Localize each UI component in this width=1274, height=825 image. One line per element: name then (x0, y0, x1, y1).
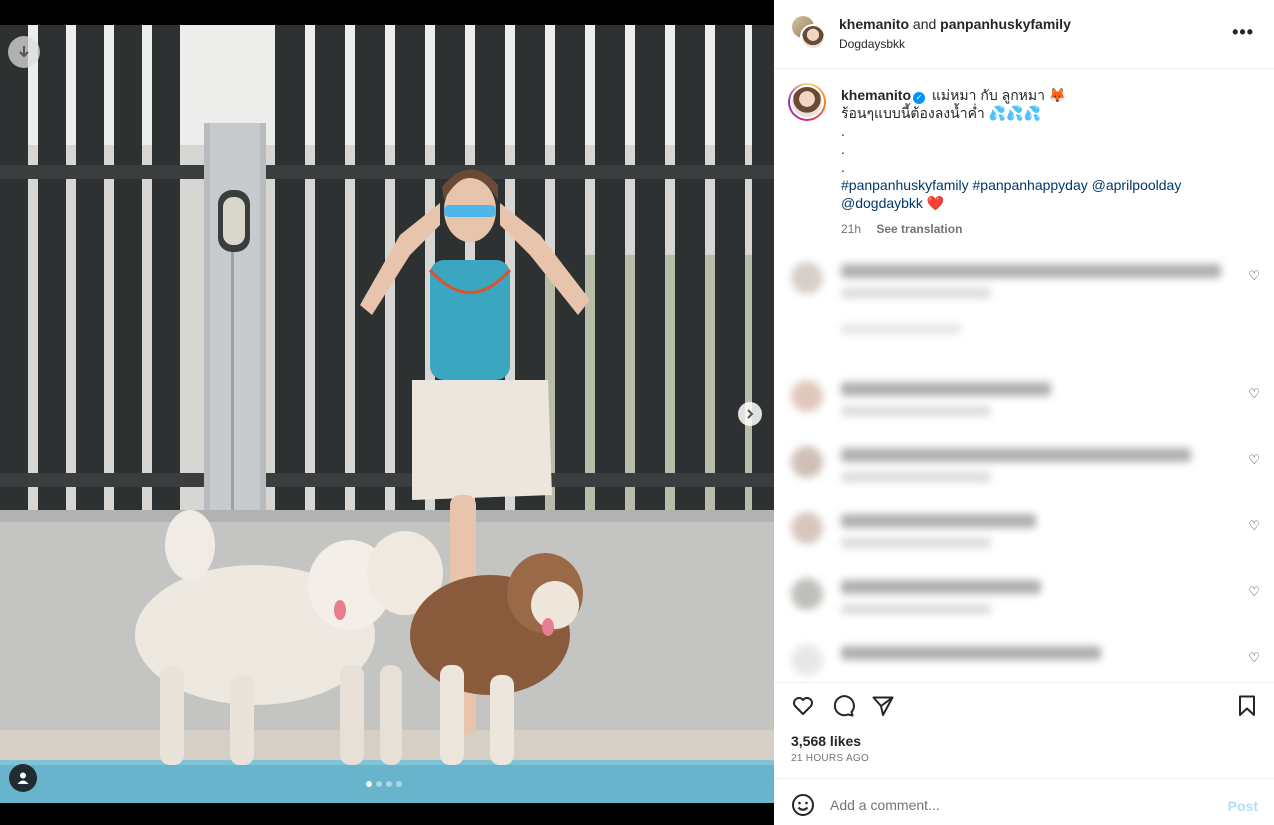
carousel-indicator (366, 781, 402, 787)
comment-like-icon[interactable]: ♡ (1248, 386, 1260, 402)
caption-dot: . (841, 141, 845, 157)
list-item: ♡ (774, 438, 1274, 498)
comment-like-icon[interactable]: ♡ (1248, 268, 1260, 284)
next-slide-button[interactable] (738, 402, 762, 426)
comment-like-icon[interactable]: ♡ (1248, 584, 1260, 600)
and-text: and (912, 16, 937, 32)
collab-avatars[interactable] (790, 14, 826, 50)
comment-like-icon[interactable]: ♡ (1248, 518, 1260, 534)
post-media (0, 0, 774, 825)
comments-list: ♡ ♡ ♡ ♡ ♡ ♡ (774, 248, 1274, 682)
list-item: ♡ (774, 570, 1274, 630)
heart-icon[interactable] (790, 693, 816, 719)
post-time[interactable]: 21h (841, 222, 861, 236)
chevron-right-icon (747, 409, 754, 419)
emoji-icon[interactable] (791, 793, 815, 817)
add-comment-bar: Post (774, 778, 1274, 825)
collab-username-link[interactable]: panpanhuskyfamily (940, 16, 1071, 32)
tagged-users-icon[interactable] (9, 764, 37, 792)
caption-meta: 21h See translation (841, 220, 1241, 238)
post-side-panel: khemanito and panpanhuskyfamily Dogdaysb… (774, 0, 1274, 825)
share-icon[interactable] (870, 693, 896, 719)
caption-hashtags[interactable]: #panpanhuskyfamily #panpanhappyday @apri… (841, 176, 1241, 194)
post-timestamp[interactable]: 21 HOURS AGO (791, 753, 869, 764)
caption-text: khemanito ✓ แม่หมา กับ ลูกหมา 🦊 ร้อนๆแบบน… (841, 86, 1241, 238)
see-translation-button[interactable]: See translation (876, 222, 962, 236)
photo-illustration (0, 25, 774, 803)
post-header: khemanito and panpanhuskyfamily Dogdaysb… (774, 0, 1274, 69)
list-item: ♡ (774, 636, 1274, 682)
comment-input[interactable] (830, 791, 1190, 819)
author-username-link[interactable]: khemanito (839, 16, 909, 32)
avatar[interactable] (788, 83, 826, 121)
carousel-dot (386, 781, 392, 787)
heart-emoji: ❤️ (926, 195, 945, 211)
caption-line-2: ร้อนๆแบบนี้ต้องลงน้ำค่ำ 💦💦💦 (841, 105, 1041, 121)
carousel-dot (396, 781, 402, 787)
caption-mention[interactable]: @dogdaybkk (841, 195, 923, 211)
carousel-dot (366, 781, 372, 787)
post-authors: khemanito and panpanhuskyfamily (839, 16, 1071, 32)
likes-count[interactable]: 3,568 likes (791, 733, 861, 749)
post-comment-button[interactable]: Post (1228, 798, 1258, 814)
bookmark-icon[interactable] (1234, 693, 1260, 719)
comment-like-icon[interactable]: ♡ (1248, 650, 1260, 666)
verified-badge-icon: ✓ (913, 92, 926, 104)
carousel-dot (376, 781, 382, 787)
post-photo (0, 25, 774, 803)
list-item: ♡ (774, 372, 1274, 432)
comment-icon[interactable] (830, 693, 856, 719)
list-item: ♡ (774, 504, 1274, 564)
caption-username-link[interactable]: khemanito (841, 87, 911, 103)
post-actions-bar (774, 682, 1274, 726)
caption-line-1: แม่หมา กับ ลูกหมา 🦊 (931, 87, 1067, 103)
comment-like-icon[interactable]: ♡ (1248, 452, 1260, 468)
instagram-post-modal: khemanito and panpanhuskyfamily Dogdaysb… (0, 0, 1274, 825)
list-item: ♡ (774, 254, 1274, 364)
caption-dot: . (841, 159, 845, 175)
more-options-icon[interactable]: ••• (1232, 22, 1254, 43)
caption-dot: . (841, 123, 845, 139)
avatar (800, 24, 826, 50)
download-icon[interactable] (8, 36, 40, 68)
location-link[interactable]: Dogdaysbkk (839, 37, 905, 51)
